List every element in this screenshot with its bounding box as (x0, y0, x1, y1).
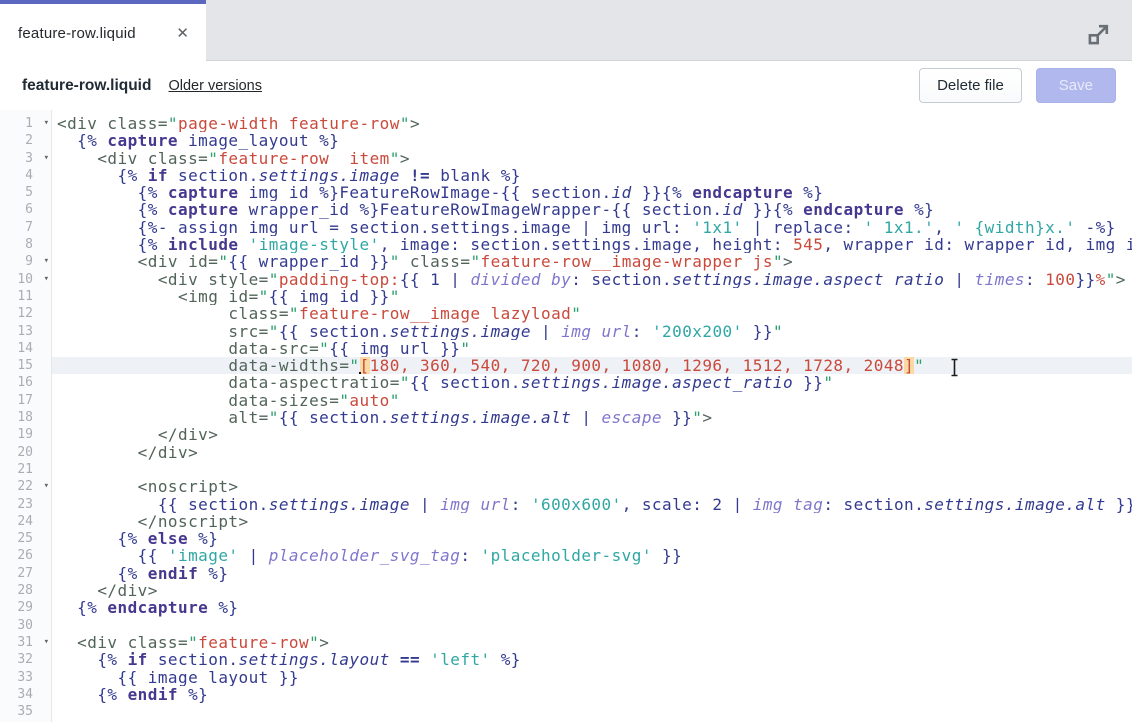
code-line[interactable]: 34 {% endif %} (0, 686, 1132, 703)
code-line[interactable]: 15 data-widths="[180, 360, 540, 720, 900… (0, 357, 1132, 374)
line-number: 25 (17, 531, 33, 546)
line-number: 6 (25, 202, 33, 217)
line-number: 7 (25, 220, 33, 235)
fold-arrow-icon[interactable]: ▾ (44, 478, 49, 495)
code-line[interactable]: 27 {% endif %} (0, 565, 1132, 582)
line-number: 20 (17, 445, 33, 460)
fold-arrow-icon[interactable]: ▾ (44, 634, 49, 651)
tab-close-icon[interactable]: ✕ (176, 26, 189, 41)
code-line[interactable]: 5 {% capture img_id %}FeatureRowImage-{{… (0, 184, 1132, 201)
line-number: 22 (17, 479, 33, 494)
line-number: 12 (17, 306, 33, 321)
code-line[interactable]: 12 class="feature-row__image lazyload" (0, 305, 1132, 322)
fold-arrow-icon[interactable]: ▾ (44, 150, 49, 167)
line-number: 2 (25, 133, 33, 148)
code-line[interactable]: 24 </noscript> (0, 513, 1132, 530)
code-line[interactable]: 10▾ <div style="padding-top:{{ 1 | divid… (0, 271, 1132, 288)
code-line[interactable]: 31▾ <div class="feature-row"> (0, 634, 1132, 651)
line-number: 1 (25, 116, 33, 131)
line-number: 13 (17, 324, 33, 339)
line-number: 30 (17, 618, 33, 633)
code-line[interactable]: 9▾ <div id="{{ wrapper_id }}" class="fea… (0, 253, 1132, 270)
line-number: 34 (17, 687, 33, 702)
line-number: 15 (17, 358, 33, 373)
line-number: 16 (17, 375, 33, 390)
code-line[interactable]: 18 alt="{{ section.settings.image.alt | … (0, 409, 1132, 426)
line-number: 18 (17, 410, 33, 425)
code-line[interactable]: 1▾<div class="page-width feature-row"> (0, 115, 1132, 132)
code-line[interactable]: 14 data-src="{{ img_url }}" (0, 340, 1132, 357)
line-number: 24 (17, 514, 33, 529)
page-title: feature-row.liquid (22, 77, 151, 95)
code-line[interactable]: 26 {{ 'image' | placeholder_svg_tag: 'pl… (0, 547, 1132, 564)
tab-feature-row[interactable]: feature-row.liquid ✕ (0, 0, 206, 62)
line-number: 4 (25, 168, 33, 183)
line-number: 10 (17, 272, 33, 287)
code-line[interactable]: 17 data-sizes="auto" (0, 392, 1132, 409)
line-number: 14 (17, 341, 33, 356)
line-number: 8 (25, 237, 33, 252)
delete-file-button[interactable]: Delete file (919, 68, 1022, 103)
line-number: 32 (17, 652, 33, 667)
save-button[interactable]: Save (1036, 68, 1116, 103)
code-line[interactable]: 4 {% if section.settings.image != blank … (0, 167, 1132, 184)
code-line[interactable]: 22▾ <noscript> (0, 478, 1132, 495)
fold-arrow-icon[interactable]: ▾ (44, 253, 49, 270)
line-number: 3 (25, 151, 33, 166)
fold-arrow-icon[interactable]: ▾ (44, 115, 49, 132)
code-line[interactable]: 13 src="{{ section.settings.image | img_… (0, 323, 1132, 340)
code-line[interactable]: 16 data-aspectratio="{{ section.settings… (0, 374, 1132, 391)
code-line[interactable]: 19 </div> (0, 426, 1132, 443)
tab-label: feature-row.liquid (18, 25, 136, 42)
code-line[interactable]: 3▾ <div class="feature-row__item"> (0, 150, 1132, 167)
code-line[interactable]: 35 (0, 703, 1132, 720)
code-line[interactable]: 25 {% else %} (0, 530, 1132, 547)
line-number: 23 (17, 497, 33, 512)
line-number: 21 (17, 462, 33, 477)
code-line[interactable]: 6 {% capture wrapper_id %}FeatureRowImag… (0, 201, 1132, 218)
line-number: 26 (17, 548, 33, 563)
code-rows: 1▾<div class="page-width feature-row">2 … (0, 115, 1132, 720)
line-number: 19 (17, 427, 33, 442)
line-number: 35 (17, 704, 33, 719)
code-line[interactable]: 28 </div> (0, 582, 1132, 599)
line-number: 11 (17, 289, 33, 304)
tab-bar: feature-row.liquid ✕ (0, 0, 1132, 61)
code-line[interactable]: 2 {% capture image_layout %} (0, 132, 1132, 149)
line-number: 27 (17, 566, 33, 581)
code-line[interactable]: 7 {%- assign img_url = section.settings.… (0, 219, 1132, 236)
code-editor: 1▾<div class="page-width feature-row">2 … (0, 110, 1132, 722)
code-line[interactable]: 8 {% include 'image-style', image: secti… (0, 236, 1132, 253)
line-number: 28 (17, 583, 33, 598)
code-line[interactable]: 11 <img id="{{ img_id }}" (0, 288, 1132, 305)
line-number: 31 (17, 635, 33, 650)
code-line[interactable]: 33 {{ image_layout }} (0, 669, 1132, 686)
older-versions-link[interactable]: Older versions (168, 78, 261, 94)
line-number: 29 (17, 600, 33, 615)
code-line[interactable]: 29 {% endcapture %} (0, 599, 1132, 616)
code-editor-window: feature-row.liquid ✕ feature-row.liquid … (0, 0, 1132, 723)
file-header: feature-row.liquid Older versions Delete… (0, 61, 1132, 110)
code-line[interactable]: 30 (0, 617, 1132, 634)
code-line[interactable]: 23 {{ section.settings.image | img_url: … (0, 496, 1132, 513)
line-number: 17 (17, 393, 33, 408)
line-number: 5 (25, 185, 33, 200)
line-number: 33 (17, 670, 33, 685)
code-line[interactable]: 21 (0, 461, 1132, 478)
code-line[interactable]: 32 {% if section.settings.layout == 'lef… (0, 651, 1132, 668)
line-number: 9 (25, 254, 33, 269)
fold-arrow-icon[interactable]: ▾ (44, 271, 49, 288)
code-line[interactable]: 20 </div> (0, 444, 1132, 461)
expand-icon[interactable] (1086, 21, 1112, 47)
mouse-ibeam-cursor (950, 358, 960, 382)
